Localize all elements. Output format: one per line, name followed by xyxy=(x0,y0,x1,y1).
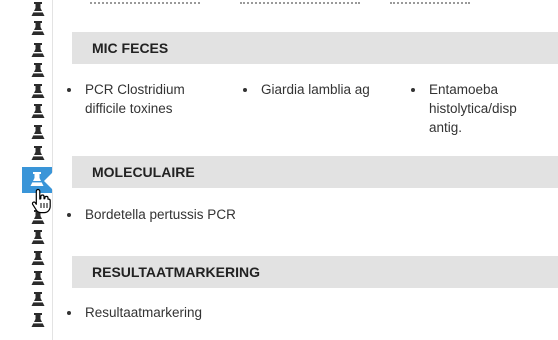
flask-icon[interactable] xyxy=(31,251,45,266)
flask-icon[interactable] xyxy=(31,292,45,307)
flask-icon[interactable] xyxy=(31,43,45,58)
section-header-mic-feces: MIC FECES xyxy=(72,32,558,64)
test-item[interactable]: PCR Clostridium difficile toxines xyxy=(67,80,227,118)
test-item[interactable]: Resultaatmarkering xyxy=(67,303,267,322)
flask-icon[interactable] xyxy=(31,63,45,78)
popup-pointer xyxy=(44,172,53,190)
section-header-moleculaire: MOLECULAIRE xyxy=(72,156,558,188)
flask-icon[interactable] xyxy=(31,230,45,245)
test-item[interactable]: Entamoeba histolytica/disp antig. xyxy=(411,80,529,137)
flask-icon[interactable] xyxy=(31,104,45,119)
clipped-row xyxy=(90,0,558,6)
test-item[interactable]: Giardia lamblia ag xyxy=(243,80,403,99)
test-item[interactable]: Bordetella pertussis PCR xyxy=(67,205,237,224)
flask-icon[interactable] xyxy=(31,84,45,99)
lab-sidebar xyxy=(0,0,52,340)
section-header-resultaatmarkering: RESULTAATMARKERING xyxy=(72,256,558,288)
flask-icon[interactable] xyxy=(31,2,45,17)
flask-icon[interactable] xyxy=(31,146,45,161)
flask-icon[interactable] xyxy=(31,313,45,328)
flask-icon[interactable] xyxy=(31,125,45,140)
flask-icon[interactable] xyxy=(31,271,45,286)
hand-pointer-icon xyxy=(31,188,53,214)
flask-icon[interactable] xyxy=(31,21,45,36)
